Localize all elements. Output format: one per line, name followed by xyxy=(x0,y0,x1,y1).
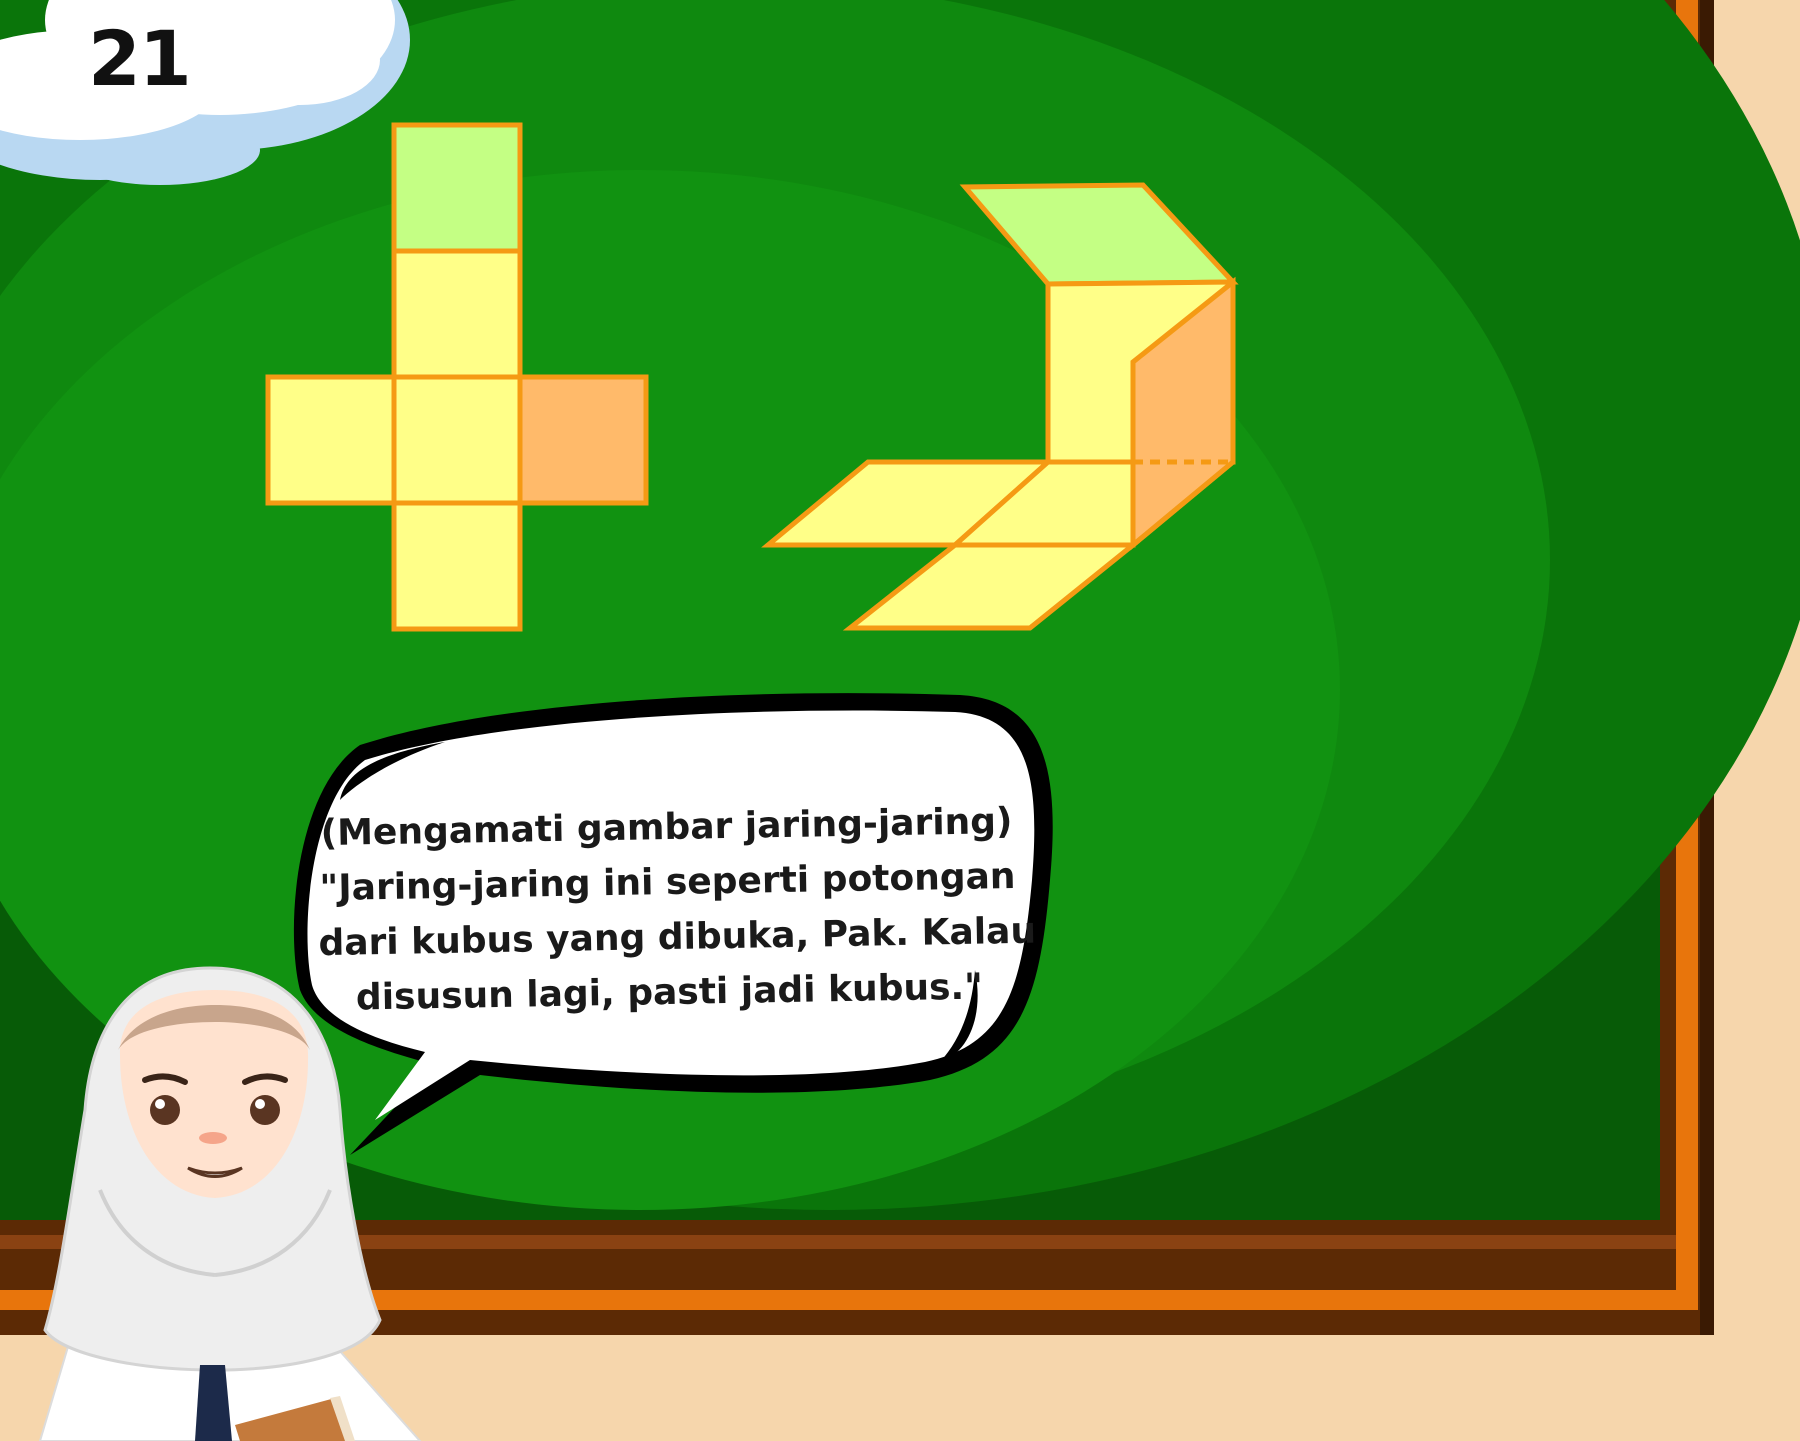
page-number: 21 xyxy=(88,14,192,103)
speech-text: (Mengamati gambar jaring-jaring) "Jaring… xyxy=(316,794,1036,1026)
scene xyxy=(0,0,1800,1441)
